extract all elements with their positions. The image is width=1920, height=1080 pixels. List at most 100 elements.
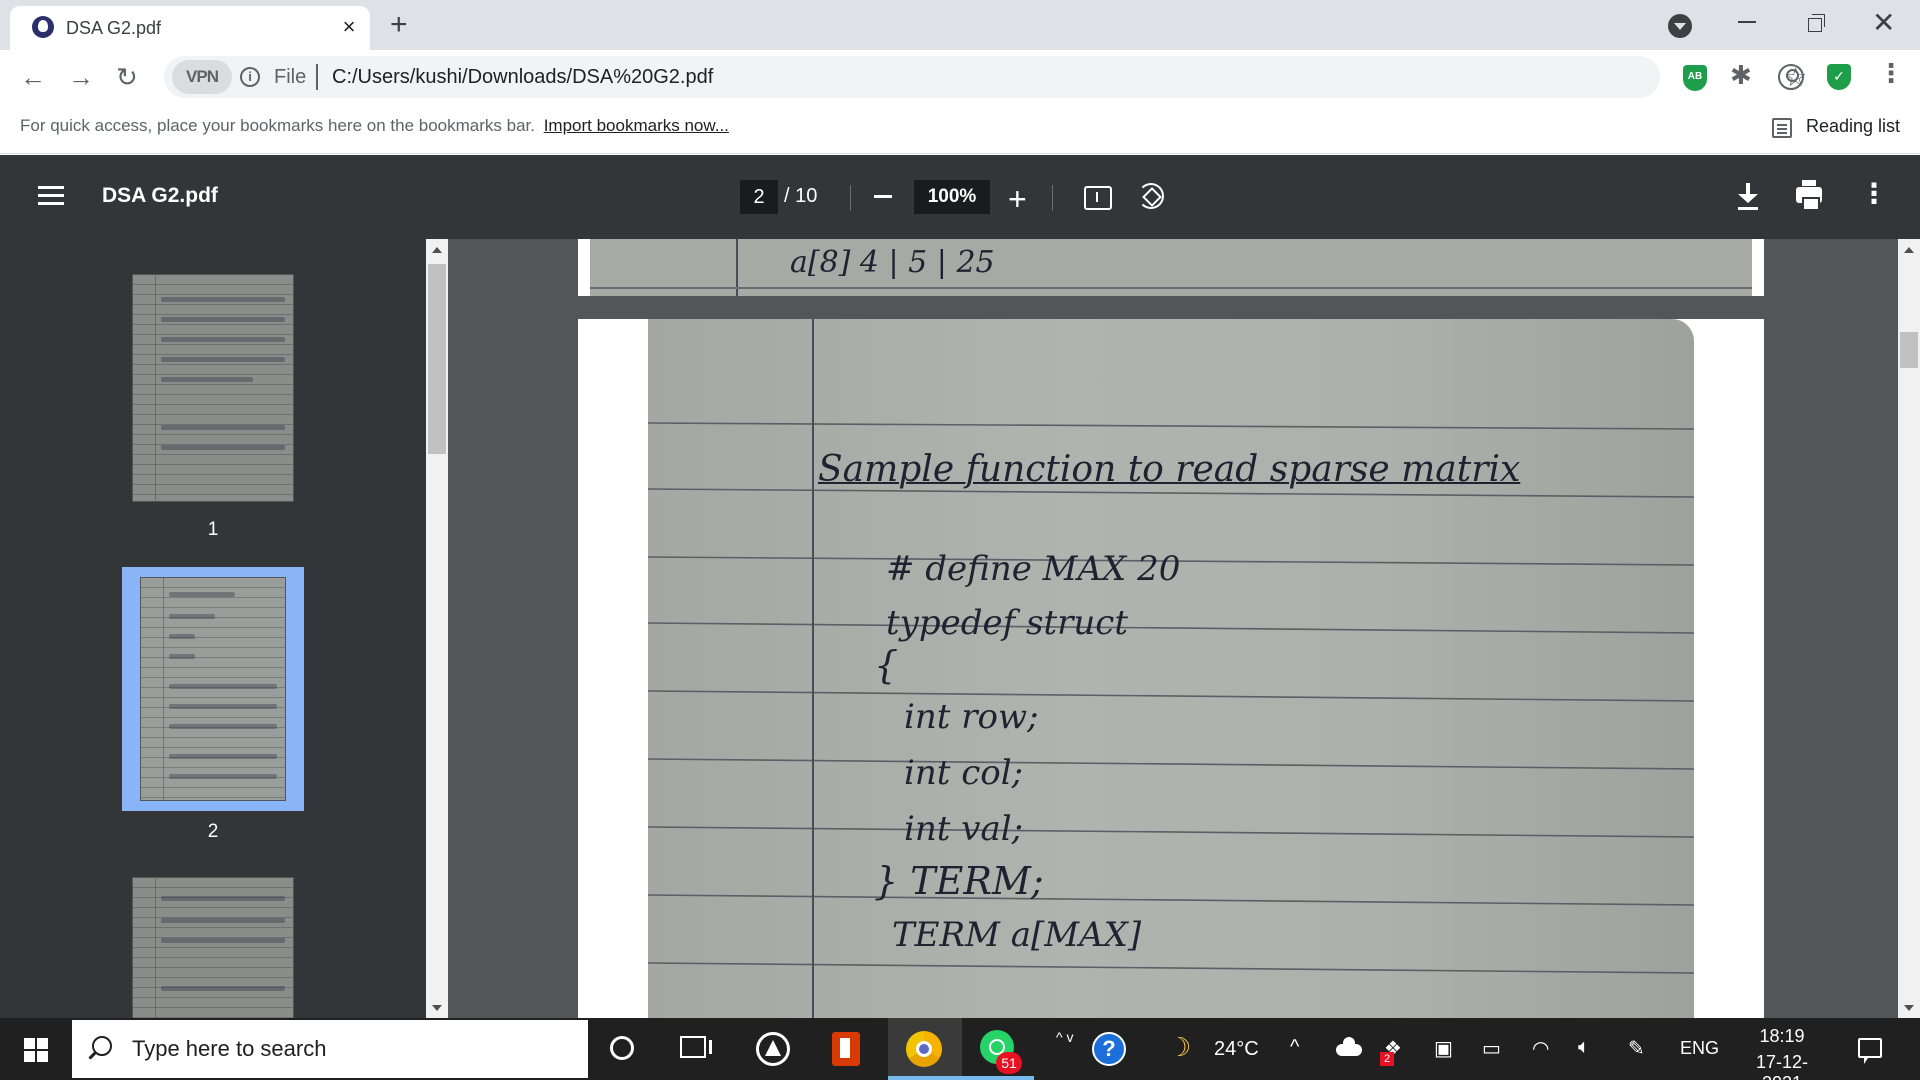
fit-to-page-icon[interactable] [1084,186,1112,210]
onedrive-cloud-icon[interactable] [1336,1037,1362,1056]
scroll-down-icon[interactable] [1904,1005,1914,1011]
profile-icon[interactable] [1778,64,1804,90]
show-hidden-icons-chevron-icon[interactable]: ^ [1290,1036,1299,1059]
input-language[interactable]: ENG [1680,1038,1719,1059]
window-close-icon[interactable]: ✕ [1872,6,1895,39]
import-bookmarks-link[interactable]: Import bookmarks now... [544,116,729,135]
pdf-title: DSA G2.pdf [102,184,218,207]
weather-moon-icon[interactable]: ☽ [1168,1032,1191,1063]
scroll-up-icon[interactable] [432,247,442,253]
url-separator [316,64,318,90]
adblock-extension-icon[interactable]: AB [1683,65,1707,91]
forward-button[interactable]: → [68,62,94,93]
margin-line [812,319,814,1018]
print-icon[interactable] [1796,180,1822,211]
thumbnail-page-1[interactable] [132,274,294,502]
bookmarks-bar: For quick access, place your bookmarks h… [0,106,1920,154]
sidebar-scroll-thumb[interactable] [428,264,446,454]
bookmarks-hint-text: For quick access, place your bookmarks h… [20,116,535,135]
minimize-icon[interactable] [1738,21,1756,23]
info-icon[interactable]: i [240,67,260,87]
url-scheme-label: File [274,66,307,88]
thumbnail-page-2[interactable] [140,577,286,801]
tab-search-icon[interactable] [1668,14,1692,38]
notification-center-icon[interactable] [1858,1038,1882,1064]
pdf-toolbar: DSA G2.pdf 2 / 10 100% + ⋮ [0,155,1920,239]
app-icon[interactable] [756,1032,790,1066]
open-app-indicator [960,1076,1034,1080]
browser-menu-icon[interactable]: ⋮ [1878,58,1904,89]
handwritten-line: TERM a[MAX] [892,915,1142,955]
handwritten-fragment: a[8] 4 | 5 | 25 [790,245,995,280]
reading-list-icon[interactable] [1772,118,1792,138]
reload-button[interactable]: ↻ [116,62,138,93]
scroll-up-icon[interactable] [1904,247,1914,253]
handwritten-line: } TERM; [874,859,1044,903]
pdf-viewer-area[interactable]: a[8] 4 | 5 | 25 Sample function to read … [448,239,1898,1018]
thumbnail-number: 1 [207,519,219,540]
dropbox-badge: 2 [1380,1052,1394,1066]
whatsapp-notification-badge: 51 [996,1052,1022,1074]
security-shield-icon[interactable]: ✓ [1827,64,1851,90]
windows-start-icon[interactable] [24,1038,48,1062]
ruled-lines [648,422,1694,974]
handwritten-line: int col; [904,753,1024,793]
pen-icon[interactable]: ✎ [1628,1036,1645,1061]
toolbar-divider [1052,185,1053,211]
thumbnail-page-3[interactable] [132,877,294,1027]
page-photo: a[8] 4 | 5 | 25 [590,239,1752,296]
clock-date[interactable]: 17-12-2021 [1736,1052,1828,1080]
clock-time[interactable]: 18:19 [1736,1026,1828,1047]
rotate-icon[interactable] [1138,183,1164,209]
extensions-puzzle-icon[interactable]: ✱ [1730,60,1752,91]
restore-icon[interactable] [1808,14,1826,32]
chrome-icon[interactable] [906,1031,942,1067]
help-icon[interactable]: ? [1092,1032,1126,1066]
display-icon[interactable]: ▭ [1482,1036,1501,1061]
handwritten-line: # define MAX 20 [886,549,1181,589]
url-text[interactable]: C:/Users/kushi/Downloads/DSA%20G2.pdf [332,66,713,89]
zoom-in-icon[interactable]: + [1008,181,1027,218]
handwritten-line: int val; [904,809,1024,849]
thumbnail-sidebar: 1 2 [0,239,448,1027]
handwritten-title: Sample function to read sparse matrix [818,449,1521,490]
viewer-scroll-thumb[interactable] [1900,332,1918,368]
tab-dsa-g2[interactable]: DSA G2.pdf × [10,6,370,50]
more-actions-icon[interactable]: ⋮ [1860,177,1888,210]
meet-now-icon[interactable]: ▣ [1434,1036,1453,1061]
page-total: / 10 [784,185,818,207]
scroll-down-icon[interactable] [432,1005,442,1011]
back-button[interactable]: ← [20,62,46,93]
task-view-icon[interactable] [680,1036,712,1058]
zoom-level-input[interactable]: 100% [914,180,990,214]
page-number-input[interactable]: 2 [740,180,778,214]
sidebar-menu-icon[interactable] [38,186,64,189]
search-icon [92,1036,112,1056]
zoom-out-icon[interactable] [874,195,892,198]
cortana-icon[interactable] [610,1036,634,1060]
page-photo: Sample function to read sparse matrix # … [648,319,1694,1018]
reading-list-label[interactable]: Reading list [1806,116,1900,137]
volume-icon[interactable]: 🔈︎ [1578,1036,1590,1059]
handwritten-line: typedef struct [886,603,1129,643]
tab-close-icon[interactable]: × [336,14,362,40]
taskbar-search-box[interactable]: Type here to search [72,1020,588,1078]
globe-icon [32,16,54,38]
toolbar-divider [850,185,851,211]
wifi-icon[interactable]: ◠ [1532,1036,1549,1061]
taskbar-scroll-chevron-icon[interactable]: ^ v [1056,1026,1073,1048]
tab-strip: DSA G2.pdf × + ✕ [0,0,1920,50]
tab-title: DSA G2.pdf [66,18,162,38]
active-app-indicator [888,1076,962,1080]
office-icon[interactable] [832,1032,860,1066]
address-bar[interactable]: VPN i File C:/Users/kushi/Downloads/DSA%… [164,56,1807,98]
bookmarks-hint: For quick access, place your bookmarks h… [20,116,729,136]
vpn-badge[interactable]: VPN [172,60,232,94]
weather-temperature[interactable]: 24°C [1214,1038,1259,1061]
thumbnail-number: 2 [207,821,219,842]
browser-toolbar: ← → ↻ VPN i File C:/Users/kushi/Download… [0,50,1920,106]
pdf-page-2: Sample function to read sparse matrix # … [578,319,1764,1018]
search-placeholder: Type here to search [132,1036,327,1061]
windows-taskbar: Type here to search 51 ^ v ? ☽ 24°C ^ ❖ … [0,1018,1920,1080]
new-tab-button[interactable]: + [390,8,408,42]
